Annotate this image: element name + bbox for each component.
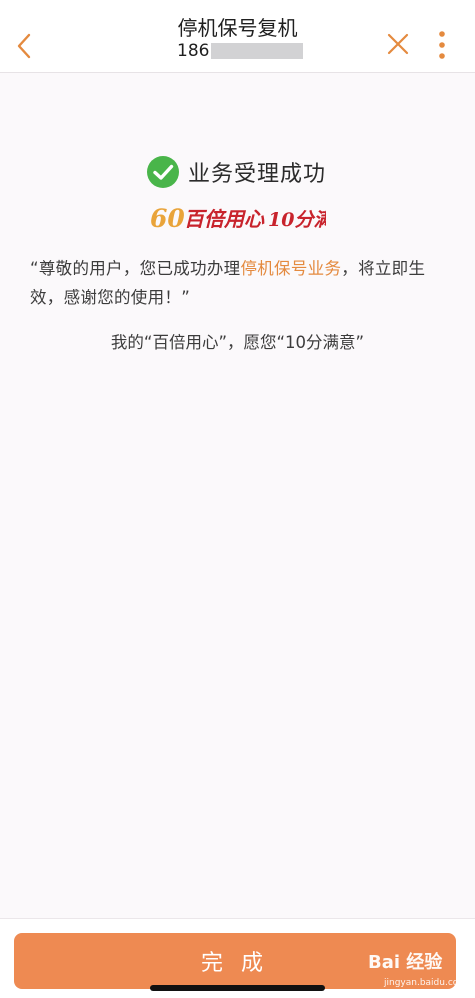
watermark: Bai 经验 jingyan.baidu.com (360, 944, 470, 994)
result-message: “尊敬的用户，您已成功办理停机保号业务，将立即生效，感谢您的使用！” (30, 254, 450, 312)
success-status: 业务受理成功 (146, 154, 326, 190)
page: 停机保号复机 186 业务受理成功 60 百倍用心 10分 “尊敬的用户，您已成… (0, 0, 475, 998)
close-button[interactable] (384, 30, 412, 58)
message-text: “尊敬的用户，您已成功办理 (30, 259, 241, 278)
status-text: 业务受理成功 (188, 162, 327, 187)
more-vertical-icon (439, 31, 445, 59)
slogan-logo: 60 百倍用心 10分满意 (150, 204, 326, 233)
phone-redaction (211, 43, 304, 59)
svg-text:10分满意: 10分满意 (268, 209, 326, 231)
watermark-brand: Bai 经验 (368, 952, 443, 973)
more-button[interactable] (432, 28, 452, 62)
svg-text:百倍用心: 百倍用心 (184, 207, 265, 231)
phone-number: 186 (177, 40, 304, 62)
close-icon (387, 33, 409, 55)
motto-text: 我的“百倍用心”，愿您“10分满意” (110, 333, 365, 352)
check-circle-icon (147, 156, 179, 188)
home-indicator[interactable] (150, 985, 325, 991)
top-nav-bar: 停机保号复机 186 (0, 0, 475, 73)
svg-text:60: 60 (150, 204, 185, 233)
phone-prefix: 186 (177, 41, 210, 61)
service-name-highlight: 停机保号业务 (240, 259, 342, 278)
watermark-url: jingyan.baidu.com (384, 978, 468, 988)
